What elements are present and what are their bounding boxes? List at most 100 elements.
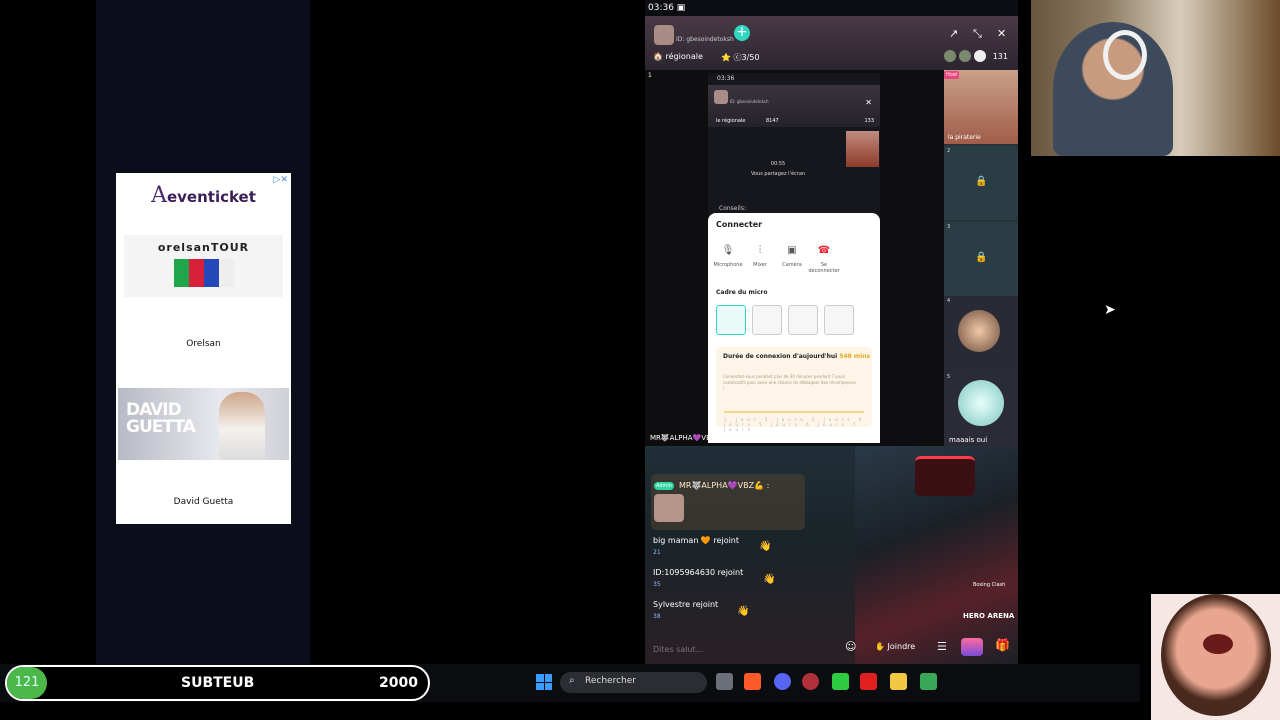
orelsan-banner[interactable]: orelsanTOUR [124,235,283,297]
viewer-avatars[interactable] [944,50,986,62]
connection-duration-box: Durée de connexion d'aujourd'hui 548 min… [716,347,872,432]
boxing-clash-game[interactable]: Boxing Clash [973,582,1005,588]
mic-frame-option [824,305,854,335]
mic-slot-3[interactable]: 3 🔒 [944,222,1018,296]
start-button[interactable] [536,674,552,690]
inner-rank-pill: 8147 [766,118,779,124]
sub-count: 121 [7,667,47,699]
scrcpy-icon[interactable] [920,673,937,690]
sub-goal-bar: 121 SUBTEUB 2000 [5,665,430,701]
mic-slot-2[interactable]: 2 🔒 [944,146,1018,220]
task-view-icon[interactable] [716,673,733,690]
slot-5-name: maaais oui [949,436,988,444]
close-icon[interactable]: ✕ [997,27,1006,40]
gift-icon[interactable]: 🎁 [995,638,1010,652]
message-sender: MR🐺ALPHA💜VBZ💪 : [679,481,770,490]
status-bar: 03:36 ▣ [645,0,1018,16]
app-green-icon[interactable] [832,673,849,690]
inner-host-avatar [714,90,728,104]
background-street [855,446,1018,664]
host-badge: Host [944,71,960,79]
brave-icon[interactable] [744,673,761,690]
chat-input[interactable] [653,642,833,656]
follow-add-button[interactable]: + [734,25,750,41]
mixer-icon: ⫶ [758,245,762,256]
mic-frame-option [788,305,818,335]
phone-mirror: 03:36 ▣ ID: gbesoindetoksh + ↗ ⤡ ✕ 🏠 rég… [645,0,1018,664]
screen-share-area: 1 03:36 ID: gbesoindetoksh ✕ le régional… [645,70,945,446]
inner-host-id: ID: gbesoindetoksh [730,99,769,104]
inner-room-header: ID: gbesoindetoksh ✕ le régionale 8147 1… [708,85,880,127]
slot-5-avatar [958,380,1004,426]
wave-icon[interactable]: 👋 [759,541,771,552]
discord-icon[interactable] [774,673,791,690]
minimize-icon[interactable]: ⤡ [973,27,982,41]
status-time: 03:36 [648,3,674,13]
search-icon: ⌕ [569,675,575,686]
hangup-icon: ☎ [817,245,831,256]
mic-frame-none [716,305,746,335]
wave-icon[interactable]: 👋 [737,606,749,617]
guest-mouth [1203,634,1233,654]
app-icon[interactable] [802,673,819,690]
david-guetta-label[interactable]: David Guetta [116,497,291,507]
slot-1-name: la piraterie [948,134,981,141]
inner-host-cam [846,131,879,167]
join-notice: big maman 🧡 rejoint 21 [653,536,740,556]
guest-face [1161,594,1271,716]
wave-icon[interactable]: 👋 [763,574,775,585]
hero-arena-game[interactable]: HERO ARENA [963,612,1014,620]
share-status-text: Vous partagez l'écran [750,171,806,177]
sharer-name: MR🐺ALPHA💜VBZ [650,434,716,442]
menu-icon[interactable]: ☰ [937,640,947,653]
share-slot-number: 1 [648,72,652,79]
connection-duration-title: Durée de connexion d'aujourd'hui 548 min… [723,353,871,360]
slot-4-avatar [958,310,1000,352]
join-notice: ID:1095964630 rejoint 35 [653,568,744,588]
emoji-icon[interactable]: ☺ [845,640,856,653]
headset [1103,30,1147,80]
tips-label: Conseils: [719,205,746,212]
ad-logo: Aeventicket [151,183,256,208]
mixer-button: ⫶ Mixer [744,245,776,268]
taskbar-search[interactable]: ⌕ Rechercher [560,672,707,693]
mic-slot-4[interactable]: 4 [944,296,1018,372]
region-pill[interactable]: 🏠 régionale [653,52,703,61]
mic-slot-1[interactable]: Host la piraterie [944,70,1018,144]
host-id: ID: gbesoindetoksh [676,36,734,43]
david-guetta-banner[interactable]: DAVID GUETTA [118,388,289,460]
games-button[interactable] [961,638,983,656]
room-header: ID: gbesoindetoksh + ↗ ⤡ ✕ 🏠 régionale ⭐… [645,16,1018,70]
admin-badge: Admin [654,482,674,490]
disconnect-button: ☎ Se déconnecter [808,245,840,274]
sub-goal-label: SUBTEUB [181,675,255,691]
david-guetta-photo [219,392,265,460]
rank-pill[interactable]: ⭐ ⓒ3/50 [721,52,759,63]
orelsan-label[interactable]: Orelsan [116,339,291,349]
share-icon[interactable]: ↗ [949,27,958,40]
inner-region-pill: le régionale [716,118,746,124]
mic-frame-title: Cadre du micro [716,289,768,296]
join-button[interactable]: ✋ Joindre [875,642,915,651]
message-sticker [654,494,684,522]
connection-duration-desc: Connectez-vous pendant plus de 30 minute… [723,374,856,391]
mic-frame-option [752,305,782,335]
inner-viewer-count: 133 [864,118,874,124]
chat-message: Admin MR🐺ALPHA💜VBZ💪 : [651,474,805,530]
ad-card[interactable]: Aeventicket ▷✕ orelsanTOUR Orelsan DAVID… [116,173,291,524]
host-avatar[interactable] [654,25,674,45]
connection-days: 1 jour 2 jours 3 jours 4 jours 5 jours 6… [724,417,866,432]
viewer-count[interactable]: 131 [993,52,1008,61]
connect-sheet-title: Connecter [716,220,763,229]
lock-icon: 🔒 [975,176,988,187]
file-explorer-icon[interactable] [890,673,907,690]
mic-slots: Host la piraterie 2 🔒 3 🔒 4 5 maaais oui [944,70,1018,446]
sub-goal-target: 2000 [379,675,418,691]
ad-close-icon[interactable]: ▷✕ [274,175,288,185]
mouse-cursor-icon: ➤ [1104,302,1116,318]
mic-slot-5[interactable]: 5 maaais oui [944,372,1018,446]
inner-status-bar: 03:36 [717,75,735,82]
camera-button: ▣ Caméra [776,245,808,268]
youtube-icon[interactable] [860,673,877,690]
inner-close-icon: ✕ [865,98,872,107]
